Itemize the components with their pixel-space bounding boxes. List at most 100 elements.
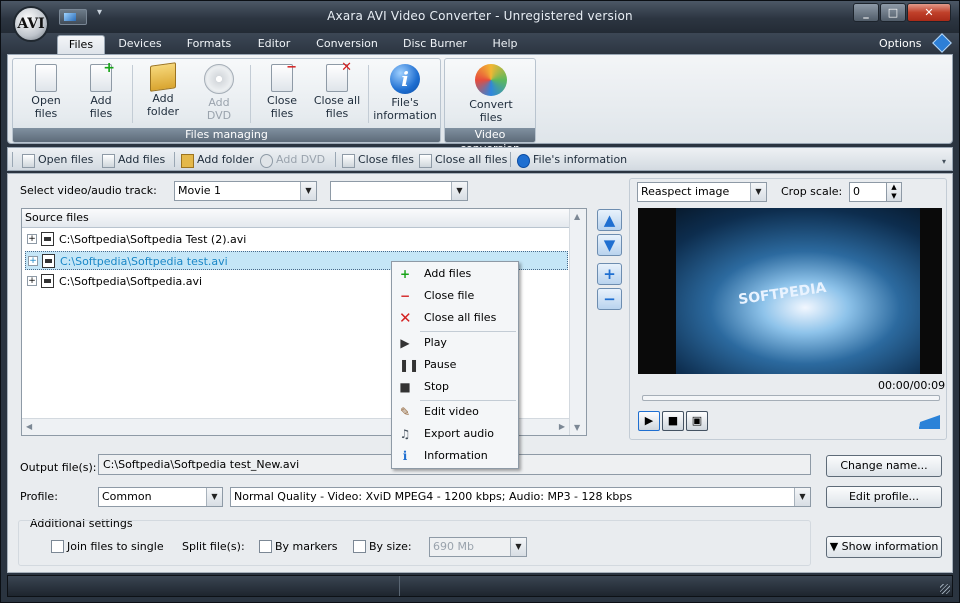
close-all-files-button[interactable]: ✕ Close all files — [310, 61, 364, 126]
add-files-button[interactable]: + Add files — [74, 61, 128, 126]
scroll-up-icon[interactable]: ▲ — [574, 212, 580, 221]
toolbar-separator — [335, 152, 336, 167]
context-menu: + Add files − Close file ✕ Close all fil… — [391, 261, 519, 469]
scroll-down-icon[interactable]: ▼ — [574, 423, 580, 432]
chevron-down-icon: ▼ — [794, 488, 810, 506]
chevron-down-icon: ▼ — [451, 182, 467, 200]
separator — [132, 65, 133, 123]
chevron-down-icon: ▼ — [300, 182, 316, 200]
separator — [368, 65, 369, 123]
toolbar-close-all-files[interactable]: Close all files — [419, 151, 507, 169]
move-up-button[interactable]: ▲ — [597, 209, 622, 231]
crop-scale-spinner[interactable]: ▲ ▼ — [886, 182, 902, 202]
by-markers-checkbox[interactable] — [259, 540, 272, 553]
app-logo[interactable]: AVI — [13, 6, 49, 42]
resize-grip-icon[interactable] — [940, 584, 950, 594]
add-folder-label: Add folder — [147, 92, 179, 118]
menu-item-stop[interactable]: ■ Stop — [393, 376, 517, 398]
status-panel — [8, 576, 400, 596]
join-files-checkbox[interactable] — [51, 540, 64, 553]
by-size-checkbox[interactable] — [353, 540, 366, 553]
toolbar-add-files[interactable]: Add files — [102, 151, 165, 169]
split-size-select[interactable]: 690 Mb ▼ — [429, 537, 527, 557]
expand-icon[interactable]: + — [28, 256, 38, 266]
toolbar-grip — [12, 152, 13, 167]
export-audio-icon: ♫ — [399, 427, 411, 441]
video-file-icon — [42, 254, 55, 268]
app-window: AVI ▾ Axara AVI Video Converter - Unregi… — [0, 0, 960, 603]
menu-item-close-all-files[interactable]: ✕ Close all files — [393, 307, 517, 329]
video-track-value: Movie 1 — [178, 184, 222, 197]
menu-item-label: Close all files — [424, 311, 497, 324]
add-file-button[interactable]: + — [597, 263, 622, 285]
show-information-button[interactable]: ▼ Show information — [826, 536, 942, 558]
expand-icon[interactable]: + — [27, 276, 37, 286]
minimize-button[interactable]: _ — [853, 3, 879, 22]
menu-item-edit-video[interactable]: ✎ Edit video — [393, 401, 517, 423]
audio-track-select[interactable]: ▼ — [330, 181, 468, 201]
maximize-button[interactable]: □ — [880, 3, 906, 22]
menu-item-add-files[interactable]: + Add files — [393, 263, 517, 285]
add-dvd-button[interactable]: Add DVD — [192, 62, 246, 126]
tab-files[interactable]: Files — [57, 35, 105, 55]
menu-item-export-audio[interactable]: ♫ Export audio — [393, 423, 517, 445]
close-button[interactable]: ✕ — [907, 3, 951, 22]
menu-item-label: Edit video — [424, 405, 479, 418]
file-row[interactable]: + C:\Softpedia\Softpedia Test (2).avi — [25, 230, 568, 249]
fullscreen-button[interactable]: ▣ — [686, 411, 708, 431]
menu-item-information[interactable]: i Information — [393, 445, 517, 467]
tab-editor[interactable]: Editor — [251, 35, 297, 55]
open-files-button[interactable]: Open files — [19, 62, 73, 126]
options-menu[interactable]: Options — [879, 37, 921, 50]
menu-item-close-file[interactable]: − Close file — [393, 285, 517, 307]
menu-item-play[interactable]: ▶ Play — [393, 332, 517, 354]
menu-item-label: Close file — [424, 289, 475, 302]
expand-icon[interactable]: + — [27, 234, 37, 244]
toolbar-add-folder[interactable]: Add folder — [181, 151, 254, 169]
add-folder-button[interactable]: Add folder — [136, 62, 190, 126]
play-button[interactable]: ▶ — [638, 411, 660, 431]
toolbar-overflow-icon[interactable]: ▾ — [942, 157, 946, 166]
volume-slider[interactable] — [900, 415, 940, 429]
toolbar-separator — [174, 152, 175, 167]
by-size-label: By size: — [369, 540, 412, 553]
ribbon-tabs: Files Devices Formats Editor Conversion … — [1, 33, 959, 55]
aspect-select[interactable]: Reaspect image ▼ — [637, 182, 767, 202]
toolbar-separator — [510, 152, 511, 167]
help-icon[interactable] — [932, 33, 952, 53]
chevron-down-icon: ▼ — [206, 488, 222, 506]
convert-files-button[interactable]: Convert files — [461, 62, 521, 126]
menu-item-pause[interactable]: ❚❚ Pause — [393, 354, 517, 376]
profile-category-select[interactable]: Common ▼ — [98, 487, 223, 507]
tab-disc-burner[interactable]: Disc Burner — [399, 35, 471, 55]
files-information-button[interactable]: i File's information — [371, 62, 439, 126]
toolbar-files-information[interactable]: File's information — [517, 151, 627, 169]
tab-conversion[interactable]: Conversion — [311, 35, 383, 55]
tab-help[interactable]: Help — [485, 35, 525, 55]
scroll-left-icon[interactable]: ◀ — [26, 422, 32, 431]
toolbar-close-files[interactable]: Close files — [342, 151, 414, 169]
close-files-button[interactable]: − Close files — [255, 61, 309, 126]
crop-scale-value: 0 — [853, 185, 860, 198]
profile-value: Normal Quality - Video: XviD MPEG4 - 120… — [234, 490, 633, 503]
crop-scale-input[interactable]: 0 — [849, 182, 887, 202]
video-track-select[interactable]: Movie 1 ▼ — [174, 181, 317, 201]
tab-formats[interactable]: Formats — [181, 35, 237, 55]
scroll-right-icon[interactable]: ▶ — [559, 422, 565, 431]
separator — [250, 65, 251, 123]
vertical-scrollbar[interactable]: ▲ ▼ — [569, 209, 586, 435]
change-name-button[interactable]: Change name... — [826, 455, 942, 477]
group-video-conversion: Convert files Video conversion — [444, 58, 536, 155]
profile-select[interactable]: Normal Quality - Video: XviD MPEG4 - 120… — [230, 487, 811, 507]
toolbar-open-files[interactable]: Open files — [22, 151, 93, 169]
move-down-button[interactable]: ▼ — [597, 234, 622, 256]
edit-profile-button[interactable]: Edit profile... — [826, 486, 942, 508]
join-files-label: Join files to single — [67, 540, 164, 553]
stop-button[interactable]: ■ — [662, 411, 684, 431]
toolbar-add-dvd[interactable]: Add DVD — [260, 151, 325, 169]
seek-bar[interactable] — [642, 395, 940, 401]
tab-devices[interactable]: Devices — [111, 35, 169, 55]
remove-file-button[interactable]: − — [597, 288, 622, 310]
video-preview: SOFTPEDIA — [638, 208, 942, 374]
video-file-icon — [41, 274, 54, 288]
